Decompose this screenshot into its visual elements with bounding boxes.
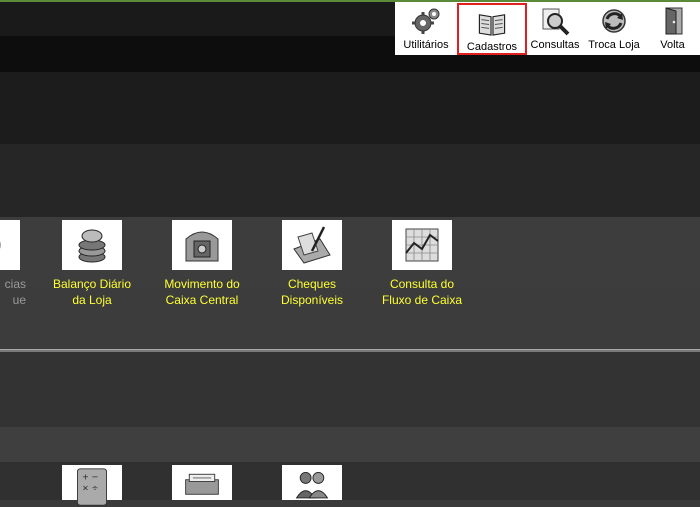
cheque-printer-button[interactable] [172,465,232,500]
refresh-icon [602,9,626,33]
cadastros-label: Cadastros [466,41,518,53]
top-toolbar: Utilitários Cadastros Consultas Troca Lo… [395,2,700,55]
consultas-button[interactable]: Consultas [527,2,583,55]
label-line: Balanço Diário [52,277,132,291]
chart-grid-icon [405,228,439,262]
safe-icon [185,231,219,262]
cheque-pen-icon [293,226,331,264]
calculator-icon: + −× ÷ [77,467,107,506]
coins-stack-icon [78,229,106,263]
consulta-fluxo-caixa-label: Consulta do Fluxo de Caixa [367,276,477,308]
cheques-disponiveis-label: Cheques Disponíveis [257,276,367,308]
coin-icon [0,241,1,249]
troca-loja-label: Troca Loja [588,39,640,51]
consulta-fluxo-caixa-button[interactable] [392,220,452,270]
label-line: Cheques [287,277,337,291]
users-icon [295,471,329,498]
partial-tile-label: cias ue [0,276,26,308]
background-band [0,72,700,144]
label-line: Disponíveis [280,293,344,307]
background-band [0,144,700,217]
cadastros-button[interactable]: Cadastros [457,3,527,55]
gears-icon [412,8,440,34]
label-line: Consulta do [389,277,455,291]
label-line: cias [4,277,26,291]
partial-tile-button[interactable] [0,220,20,270]
exit-door-icon [665,7,682,35]
movimento-caixa-central-button[interactable] [172,220,232,270]
svg-text:× ÷: × ÷ [82,482,98,492]
label-line: da Loja [72,293,112,307]
svg-text:+ −: + − [82,471,98,481]
background-band [0,427,700,462]
balanco-diario-label: Balanço Diário da Loja [37,276,147,308]
movimento-caixa-central-label: Movimento do Caixa Central [147,276,257,308]
balanco-diario-button[interactable] [62,220,122,270]
magnifier-icon [542,8,570,36]
volta-label: Volta [660,39,685,51]
label-line: ue [12,293,26,307]
cheques-disponiveis-button[interactable] [282,220,342,270]
label-line: Movimento do [164,277,240,291]
background-band [0,352,700,427]
label-line: Fluxo de Caixa [381,293,463,307]
users-button[interactable] [282,465,342,500]
cheque-printer-icon [185,473,219,495]
calculator-button[interactable]: + − × ÷ [62,465,122,506]
utilitarios-button[interactable]: Utilitários [395,2,457,55]
book-icon [478,14,506,36]
troca-loja-button[interactable]: Troca Loja [583,2,645,55]
consultas-label: Consultas [530,39,580,51]
label-line: Caixa Central [165,293,239,307]
utilitarios-label: Utilitários [403,39,449,51]
volta-button[interactable]: Volta [645,2,700,55]
